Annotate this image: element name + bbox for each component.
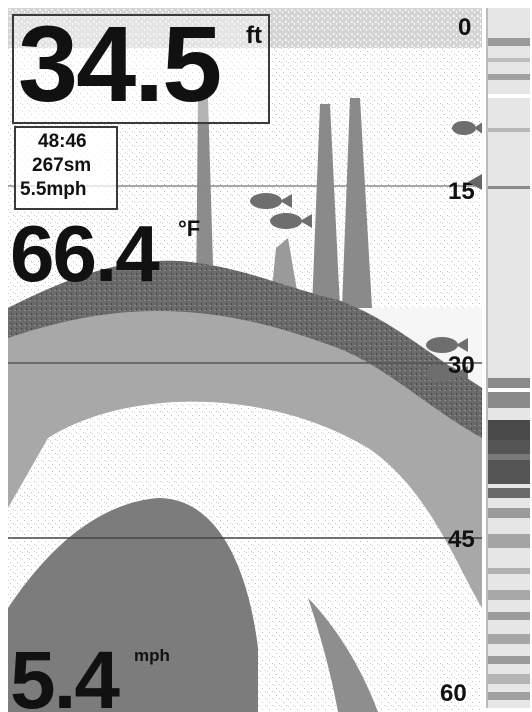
depth-scale-label: 45 bbox=[448, 526, 475, 553]
speed-unit: mph bbox=[134, 646, 170, 665]
depth-readout-box: 34.5 ft bbox=[12, 10, 270, 124]
water-temperature-value: 66.4 bbox=[10, 209, 160, 298]
depth-value: 34.5 bbox=[18, 3, 222, 124]
depth-unit: ft bbox=[246, 22, 262, 49]
depth-cursor-arrow-icon[interactable] bbox=[468, 174, 482, 190]
navigation-info-box: 48:46 267sm 5.5mph bbox=[14, 126, 118, 210]
depth-scale-label: 0 bbox=[458, 14, 472, 41]
fish-icon bbox=[426, 337, 468, 353]
speed-value: 5.4 bbox=[10, 635, 120, 712]
depth-scale-label: 30 bbox=[448, 352, 475, 379]
sonar-screen: 34.5 ft 48:46 267sm 5.5mph 66.4 °F 5.4 m… bbox=[0, 0, 532, 712]
depth-scale-label: 60 bbox=[440, 680, 467, 707]
realtime-sonar-bar bbox=[486, 8, 530, 708]
info-time: 48:46 bbox=[38, 131, 87, 152]
info-speed: 5.5mph bbox=[20, 179, 87, 200]
water-temperature-unit: °F bbox=[178, 216, 201, 241]
realtime-sonar-bar-graphic bbox=[488, 8, 530, 708]
info-distance: 267sm bbox=[32, 155, 92, 176]
